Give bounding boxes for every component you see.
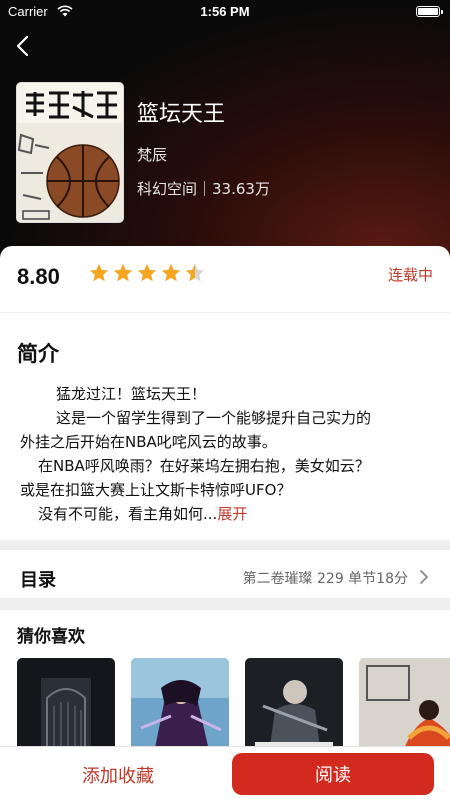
intro-line: 没有不可能，看主角如何... xyxy=(38,505,218,523)
star-icon xyxy=(161,263,181,282)
status-time: 1:56 PM xyxy=(200,4,250,19)
star-icon xyxy=(89,263,109,282)
chevron-right-icon[interactable] xyxy=(418,568,430,586)
expand-link[interactable]: 展开 xyxy=(217,505,247,523)
intro-line: 猛龙过江！篮坛天王！ xyxy=(56,385,207,403)
recommend-heading: 猜你喜欢 xyxy=(17,627,85,647)
book-cover xyxy=(16,82,124,223)
intro-line: 在NBA呼风唤雨？在好莱坞左拥右抱，美女如云？ xyxy=(38,457,370,475)
divider xyxy=(0,312,450,313)
bottom-action-bar: 添加收藏 阅读 xyxy=(0,746,450,800)
intro-line: 这是一个留学生得到了一个能够提升自己实力的 xyxy=(56,409,372,427)
book-author[interactable]: 梵辰 xyxy=(137,144,167,165)
section-gap xyxy=(0,598,450,610)
status-bar: Carrier 1:56 PM xyxy=(0,0,450,24)
intro-line: 外挂之后开始在NBA叱咤风云的故事。 xyxy=(20,433,277,451)
book-title: 篮坛天王 xyxy=(137,102,226,127)
toc-latest-chapter[interactable]: 第二卷璀璨 229 单节18分 xyxy=(243,568,408,588)
toc-label[interactable]: 目录 xyxy=(20,566,56,592)
intro-line: 或是在扣篮大赛上让文斯卡特惊呼UFO？ xyxy=(20,481,292,499)
cover-title-art xyxy=(23,89,119,119)
star-icon xyxy=(137,263,157,282)
section-gap xyxy=(0,540,450,550)
intro-heading: 简介 xyxy=(17,342,59,366)
read-button[interactable]: 阅读 xyxy=(232,753,434,795)
star-icon xyxy=(113,263,133,282)
half-star-icon xyxy=(185,263,205,282)
intro-text: 猛龙过江！篮坛天王！ 这是一个留学生得到了一个能够提升自己实力的 外挂之后开始在… xyxy=(20,382,430,526)
serial-status-badge: 连载中 xyxy=(387,266,433,284)
intro-last-line: 没有不可能，看主角如何...展开 xyxy=(20,502,430,526)
rating-stars xyxy=(88,262,206,284)
rating-score: 8.80 xyxy=(17,264,60,289)
back-arrow-icon[interactable] xyxy=(12,34,34,58)
book-meta: 科幻空间｜33.63万 xyxy=(137,180,270,198)
battery-icon xyxy=(416,6,443,17)
basketball-cover-art xyxy=(17,83,123,222)
add-favorite-button[interactable]: 添加收藏 xyxy=(18,761,218,789)
